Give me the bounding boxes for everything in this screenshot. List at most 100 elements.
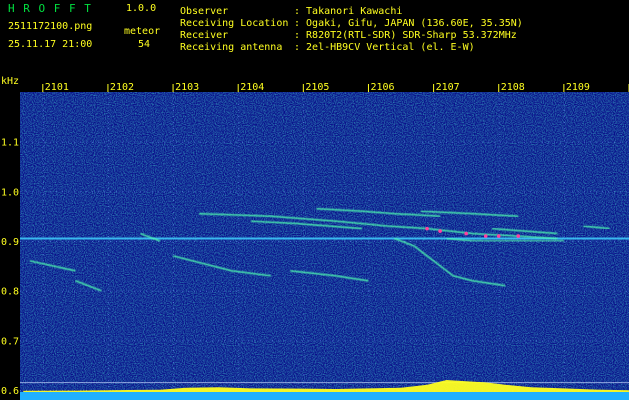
x-tick-label: 2108 [501,82,525,93]
grid-dot [122,340,123,342]
grid-dot [107,344,109,345]
grid-dot [42,164,44,165]
grid-dot [566,191,567,193]
grid-dot [362,141,363,143]
grid-dot [434,290,435,292]
grid-dot [50,290,51,292]
grid-dot [498,164,500,165]
grid-dot [563,326,565,327]
grid-dot [42,152,44,153]
grid-dot [238,182,240,183]
grid-dot [86,191,87,193]
grid-dot [350,191,351,193]
grid-dot [433,338,435,339]
grid-dot [238,236,240,237]
grid-dot [416,241,417,243]
grid-dot [303,254,305,255]
grid-dot [572,290,573,292]
grid-dot [134,241,135,243]
grid-dot [433,344,435,345]
grid-dot [498,290,500,291]
grid-dot [56,241,57,243]
grid-dot [386,191,387,193]
grid-dot [350,290,351,292]
grid-dot [74,191,75,193]
grid-dot [80,290,81,292]
grid-dot [116,191,117,193]
grid-dot [98,340,99,342]
grid-dot [536,340,537,342]
grid-dot [500,340,501,342]
grid-dot [38,340,39,342]
y-axis-ticks: 1.1 1.0 0.9 0.8 0.7 0.6 [1,138,19,397]
grid-dot [42,350,44,351]
grid-dot [218,141,219,143]
grid-dot [563,278,565,279]
grid-dot [602,191,603,193]
grid-dot [303,344,305,345]
grid-dot [134,191,135,193]
grid-dot [530,191,531,193]
hot-spot [516,234,521,238]
grid-dot [440,340,441,342]
grid-dot [563,254,565,255]
grid-dot [32,241,33,243]
grid-dot [368,188,370,189]
grid-dot [56,340,57,342]
grid-dot [107,332,109,333]
x-tick-label: 2104 [240,82,264,93]
grid-dot [303,368,305,369]
grid-dot [110,340,111,342]
grid-dot [563,284,565,285]
grid-dot [296,340,297,342]
grid-dot [206,290,207,292]
activity-baseline [20,392,629,400]
grid-dot [578,241,579,243]
grid-dot [44,290,45,292]
grid-dot [458,290,459,292]
grid-dot [173,140,175,141]
grid-dot [368,296,370,297]
grid-dot [238,98,240,99]
grid-dot [590,340,591,342]
grid-dot [38,241,39,243]
grid-dot [433,236,435,237]
grid-dot [498,296,500,297]
grid-dot [433,110,435,111]
grid-dot [303,242,305,243]
grid-dot [433,308,435,309]
grid-dot [368,266,370,267]
grid-dot [116,340,117,342]
grid-dot [302,141,303,143]
grid-dot [218,340,219,342]
grid-dot [42,134,44,135]
grid-dot [173,344,175,345]
grid-dot [422,191,423,193]
grid-dot [498,380,500,381]
grid-dot [498,326,500,327]
grid-dot [578,191,579,193]
grid-dot [303,260,305,261]
grid-dot [248,141,249,143]
grid-dot [416,340,417,342]
grid-dot [86,141,87,143]
grid-dot [498,332,500,333]
grid-dot [433,296,435,297]
grid-dot [416,290,417,292]
grid-dot [152,340,153,342]
grid-dot [272,141,273,143]
grid-dot [433,266,435,267]
grid-dot [368,340,369,342]
grid-dot [188,191,189,193]
grid-dot [188,141,189,143]
grid-dot [596,241,597,243]
grid-dot [68,290,69,292]
grid-dot [42,104,44,105]
grid-dot [238,350,240,351]
grid-dot [42,248,44,249]
grid-dot [182,191,183,193]
grid-dot [236,290,237,292]
grid-dot [626,290,627,292]
grid-dot [238,362,240,363]
grid-dot [42,272,44,273]
